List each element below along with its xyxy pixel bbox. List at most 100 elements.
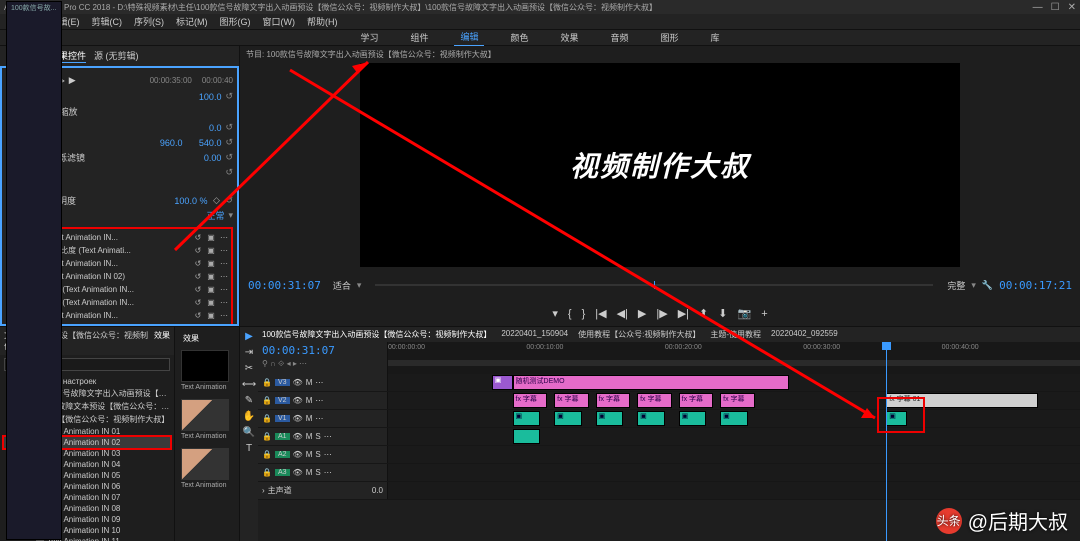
workspace-tab[interactable]: 组件: [404, 29, 434, 46]
track-header[interactable]: 🔒V1👁M⋯: [258, 410, 388, 427]
bin-thumbnail[interactable]: Text Animation I: [181, 350, 229, 391]
mark-in-icon[interactable]: {: [568, 308, 572, 320]
property-value[interactable]: 0.00: [181, 153, 221, 163]
workspace-tab[interactable]: 库: [705, 29, 726, 46]
slip-tool-icon[interactable]: ✎: [245, 395, 253, 406]
sequence-tab[interactable]: 主题-使用教程: [710, 329, 761, 340]
track-header[interactable]: 🔒V3👁M⋯: [258, 374, 388, 391]
program-timecode[interactable]: 00:00:31:07: [248, 279, 321, 292]
close-icon[interactable]: ✕: [1068, 2, 1076, 13]
blend-mode-dropdown[interactable]: 正常: [184, 209, 224, 222]
sequence-tab[interactable]: 使用教程【公众号:视频制作大叔】: [578, 329, 700, 340]
effect-toggle-icon[interactable]: ▣: [206, 272, 216, 281]
mute-icon[interactable]: M: [306, 396, 313, 405]
reset-icon[interactable]: ↺: [225, 122, 233, 133]
effect-toggle-icon[interactable]: ▣: [206, 246, 216, 255]
mute-icon[interactable]: M: [306, 432, 313, 441]
reset-icon[interactable]: ↺: [193, 285, 203, 294]
reset-icon[interactable]: ↺: [193, 272, 203, 281]
reset-icon[interactable]: ↺: [225, 91, 233, 102]
timeline-timecode[interactable]: 00:00:31:07: [262, 344, 383, 357]
wrench-icon[interactable]: 🔧: [982, 280, 993, 291]
menu-标记(M)[interactable]: 标记(M): [172, 15, 212, 28]
track-lane[interactable]: ▣随机测试DEMO: [388, 374, 1080, 391]
mute-icon[interactable]: M: [306, 414, 313, 423]
opacity-value[interactable]: 100.0 %: [167, 196, 207, 206]
mark-out-icon[interactable]: }: [582, 308, 586, 320]
track-lane[interactable]: fx 字幕fx 字幕fx 字幕fx 字幕fx 字幕fx 字幕fx 字幕 01: [388, 392, 1080, 409]
track-lane[interactable]: [388, 464, 1080, 481]
menu-窗口(W)[interactable]: 窗口(W): [259, 15, 300, 28]
export-frame-icon[interactable]: 📷: [737, 307, 751, 320]
track-header[interactable]: 🔒A2👁MS⋯: [258, 446, 388, 463]
reset-icon[interactable]: ↺: [225, 152, 233, 163]
track-lane[interactable]: ▣▣▣▣▣▣▣: [388, 410, 1080, 427]
bin-thumbnail[interactable]: Text Animation I: [181, 399, 229, 440]
property-value[interactable]: 100.0: [181, 92, 221, 102]
reset-icon[interactable]: ↺: [193, 311, 203, 320]
reset-icon[interactable]: ↺: [193, 298, 203, 307]
timeline-options[interactable]: ⚲ ∩ ⟐ ◂ ▸ ⋯: [262, 357, 383, 369]
settings-icon[interactable]: +: [761, 308, 767, 320]
effect-toggle-icon[interactable]: ▣: [206, 233, 216, 242]
workspace-tab[interactable]: 颜色: [504, 29, 534, 46]
mute-icon[interactable]: M: [306, 378, 313, 387]
track-header[interactable]: 🔒V2👁M⋯: [258, 392, 388, 409]
solo-icon[interactable]: S: [315, 450, 320, 459]
effect-toggle-icon[interactable]: ▣: [206, 298, 216, 307]
lift-icon[interactable]: ⬆: [699, 307, 708, 320]
property-value[interactable]: 960.0: [142, 138, 182, 148]
sequence-tab[interactable]: 100款信号故障文字出入动画预设【微信公众号：视频制作大叔】: [262, 329, 491, 340]
reset-icon[interactable]: ↺: [225, 167, 233, 178]
step-back-icon[interactable]: ◀|: [617, 307, 628, 320]
type-tool-icon[interactable]: T: [246, 443, 252, 454]
reset-icon[interactable]: ↺: [225, 137, 233, 148]
bin-tab[interactable]: 效果: [179, 331, 235, 346]
effect-toggle-icon[interactable]: ▣: [206, 285, 216, 294]
solo-icon[interactable]: S: [315, 468, 320, 477]
workspace-tab[interactable]: 学习: [354, 29, 384, 46]
track-select-tool-icon[interactable]: ⇥: [245, 347, 253, 358]
play-icon[interactable]: ▶: [69, 75, 76, 86]
maximize-icon[interactable]: ☐: [1051, 2, 1060, 13]
master-track-header[interactable]: ›主声道0.0: [258, 482, 388, 499]
workspace-tab[interactable]: 图形: [655, 29, 685, 46]
go-in-icon[interactable]: |◀: [595, 307, 606, 320]
add-marker-icon[interactable]: ▾: [552, 307, 558, 320]
resolution-dropdown[interactable]: 完整: [947, 279, 965, 292]
reset-icon[interactable]: ↺: [193, 233, 203, 242]
clip-name-dropdown[interactable]: 100款信号故...: [6, 66, 62, 326]
track-lane[interactable]: [388, 428, 1080, 445]
timeline-ruler[interactable]: 00:00:00:0000:00:10:0000:00:20:0000:00:3…: [388, 342, 1080, 374]
pen-tool-icon[interactable]: ✋: [243, 411, 255, 422]
minimize-icon[interactable]: —: [1033, 2, 1043, 13]
track-header[interactable]: 🔒A1👁MS⋯: [258, 428, 388, 445]
panel-tab[interactable]: 源 (无剪辑): [94, 49, 139, 63]
menu-帮助(H)[interactable]: 帮助(H): [303, 15, 342, 28]
play-icon[interactable]: ▶: [638, 307, 646, 320]
go-out-icon[interactable]: ▶|: [678, 307, 689, 320]
menu-图形(G)[interactable]: 图形(G): [216, 15, 255, 28]
program-scrubber[interactable]: [375, 284, 933, 286]
reset-icon[interactable]: ↺: [193, 246, 203, 255]
solo-icon[interactable]: S: [315, 432, 320, 441]
zoom-fit-dropdown[interactable]: 适合: [333, 279, 351, 292]
mute-icon[interactable]: M: [306, 450, 313, 459]
step-fwd-icon[interactable]: |▶: [656, 307, 667, 320]
mute-icon[interactable]: M: [306, 468, 313, 477]
workspace-tab[interactable]: 编辑: [454, 28, 484, 47]
effect-toggle-icon[interactable]: ▣: [206, 311, 216, 320]
track-lane[interactable]: [388, 446, 1080, 463]
sequence-tab[interactable]: 20220402_092559: [771, 329, 838, 340]
workspace-tab[interactable]: 音频: [605, 29, 635, 46]
menu-剪辑(C)[interactable]: 剪辑(C): [88, 15, 127, 28]
program-viewport[interactable]: 视频制作大叔: [360, 63, 960, 267]
effects-tab[interactable]: 效果: [154, 330, 170, 352]
hand-tool-icon[interactable]: 🔍: [243, 427, 255, 438]
reset-icon[interactable]: ↺: [193, 259, 203, 268]
extract-icon[interactable]: ⬇: [718, 307, 727, 320]
ripple-tool-icon[interactable]: ✂: [245, 363, 253, 374]
sequence-tab[interactable]: 20220401_150904: [501, 329, 568, 340]
menu-序列(S)[interactable]: 序列(S): [130, 15, 168, 28]
track-header[interactable]: 🔒A3👁MS⋯: [258, 464, 388, 481]
